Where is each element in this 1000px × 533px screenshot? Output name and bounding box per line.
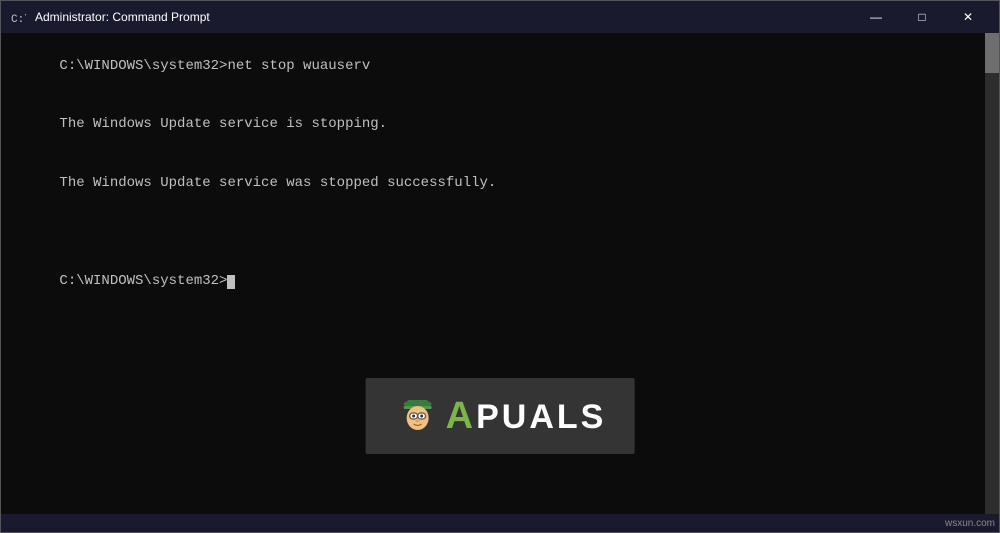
svg-text:C:\: C:\ [11,14,26,25]
watermark-text: APUALS [446,395,607,438]
window-controls: — □ ✕ [853,1,991,33]
cursor [227,275,235,289]
bottom-bar: wsxun.com [1,514,999,532]
mascot-icon [394,392,442,440]
watermark: APUALS [366,378,635,454]
terminal-body[interactable]: C:\WINDOWS\system32>net stop wuauserv Th… [1,33,999,514]
command-line: C:\WINDOWS\system32>net stop wuauserv [59,58,370,74]
command-prompt-window: C:\ Administrator: Command Prompt — □ ✕ … [0,0,1000,533]
maximize-button[interactable]: □ [899,1,945,33]
prompt-line: C:\WINDOWS\system32> [59,273,235,289]
site-label: wsxun.com [945,518,995,529]
title-bar: C:\ Administrator: Command Prompt — □ ✕ [1,1,999,33]
output-line1: The Windows Update service is stopping. [59,116,387,132]
cmd-icon: C:\ [9,8,27,26]
minimize-button[interactable]: — [853,1,899,33]
scrollbar-thumb[interactable] [985,33,999,73]
scrollbar-track[interactable] [985,33,999,514]
window-title: Administrator: Command Prompt [35,10,853,24]
close-button[interactable]: ✕ [945,1,991,33]
output-line2: The Windows Update service was stopped s… [59,175,496,191]
